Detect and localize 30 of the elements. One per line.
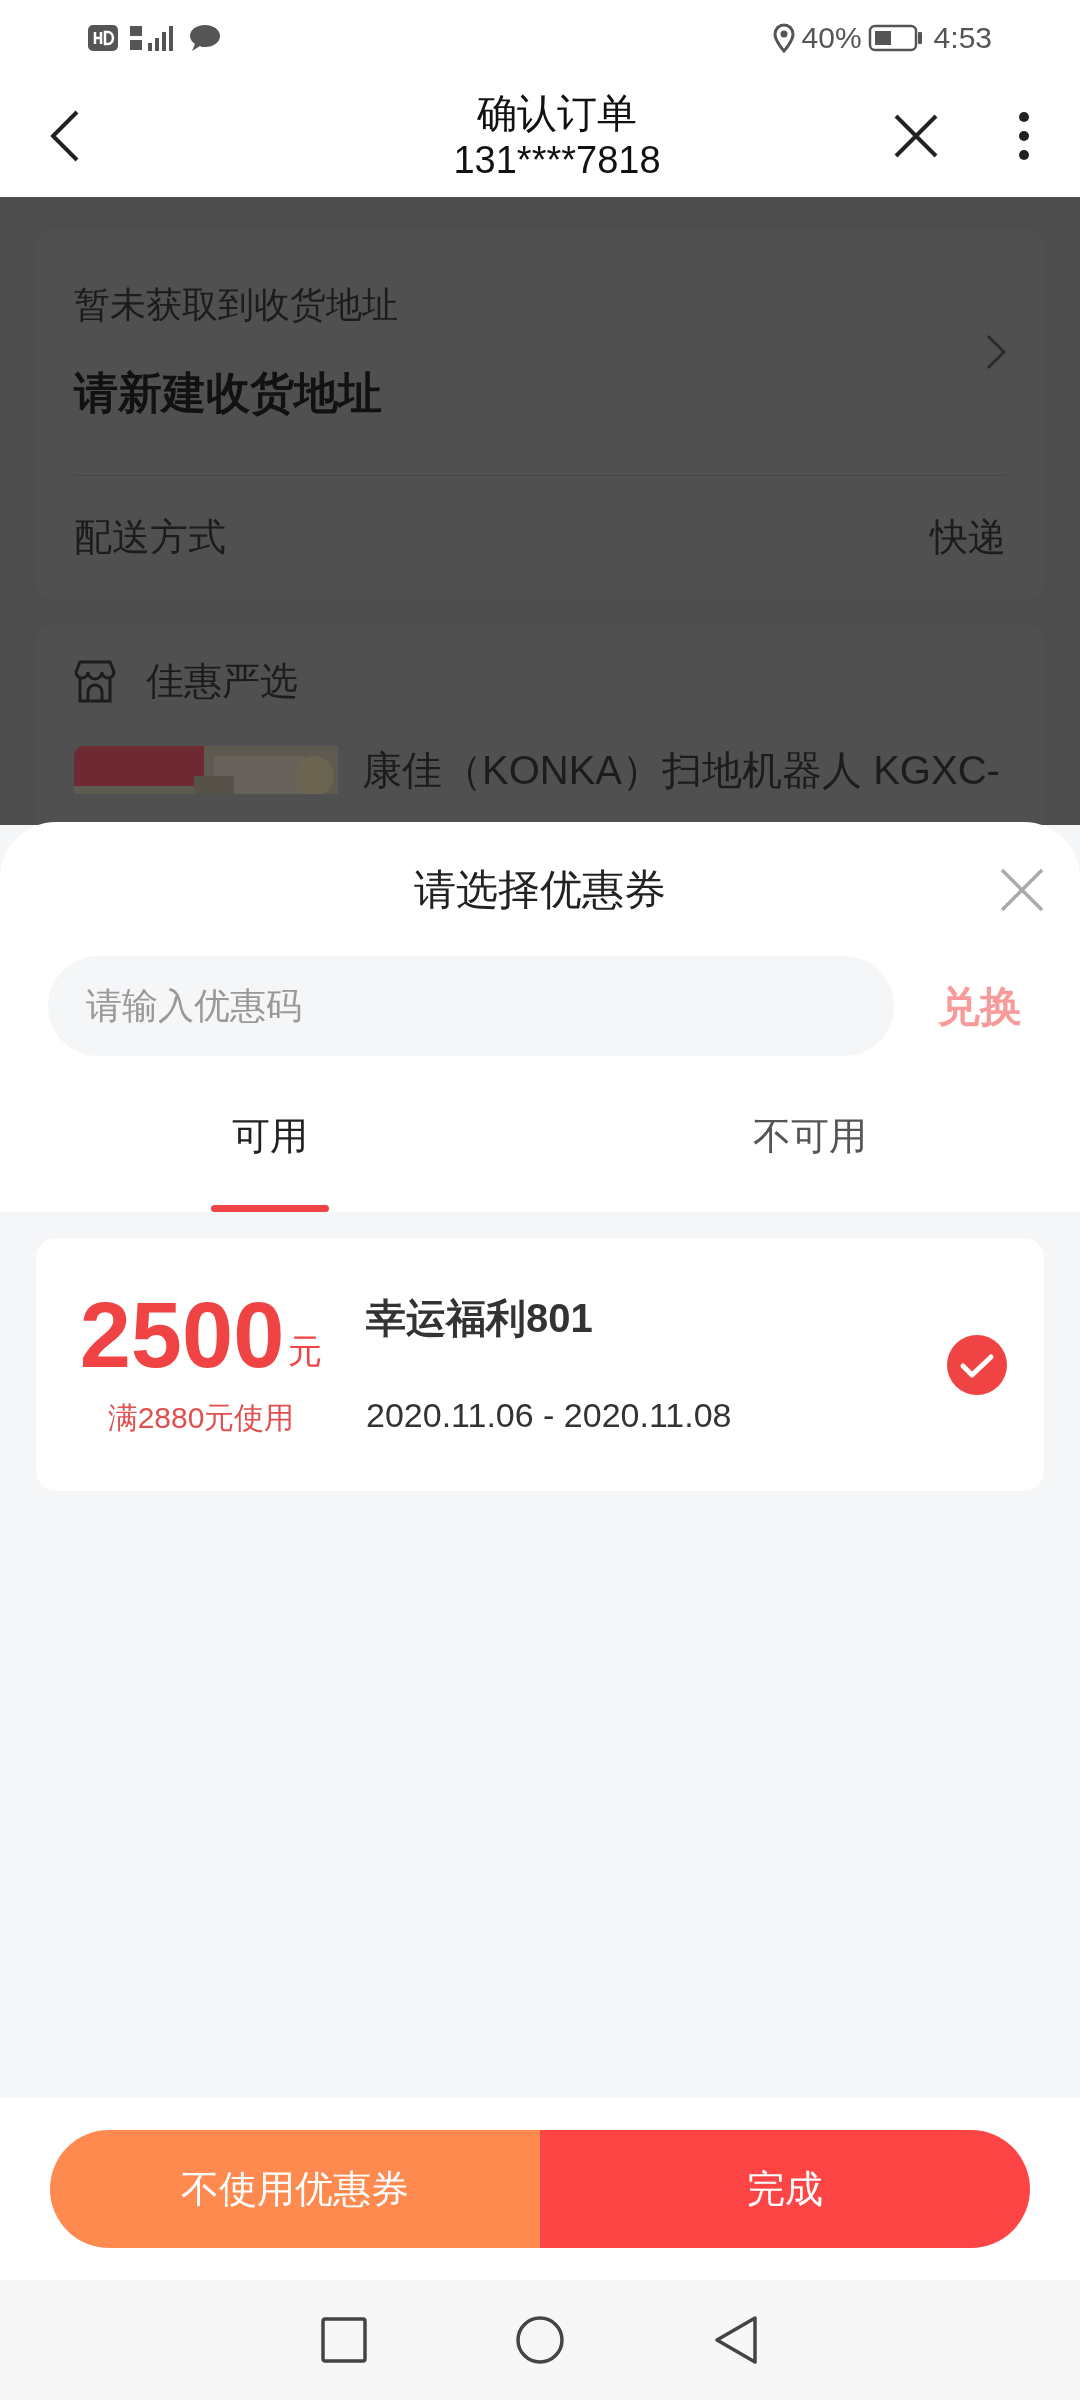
home-icon[interactable] bbox=[515, 2315, 565, 2365]
back-icon[interactable] bbox=[50, 109, 80, 163]
close-icon[interactable] bbox=[894, 114, 938, 158]
coupon-amount: 2500 bbox=[79, 1289, 285, 1381]
redeem-button[interactable]: 兑换 bbox=[938, 974, 1022, 1038]
no-coupon-button[interactable]: 不使用优惠券 bbox=[50, 2130, 540, 2248]
message-icon bbox=[188, 22, 222, 53]
checked-icon[interactable] bbox=[946, 1333, 1008, 1396]
coupon-card[interactable]: 2500 元 满2880元使用 幸运福利801 2020.11.06 - 2020.11.08 bbox=[36, 1238, 1044, 1491]
coupon-name: 幸运福利801 bbox=[366, 1295, 594, 1342]
battery-icon bbox=[867, 23, 924, 52]
currency-unit: 元 bbox=[288, 1331, 323, 1372]
battery-percent: 40% bbox=[801, 20, 862, 56]
sheet-title: 请选择优惠券 bbox=[414, 864, 666, 915]
more-icon[interactable] bbox=[1018, 111, 1030, 161]
new-address-link[interactable]: 请新建收货地址 bbox=[74, 360, 398, 426]
clock: 4:53 bbox=[933, 20, 992, 56]
coupon-condition: 满2880元使用 bbox=[107, 1400, 295, 1436]
hd-icon bbox=[88, 24, 118, 51]
tab[interactable]: 可用 bbox=[0, 1060, 540, 1212]
phone-number: 131****7818 bbox=[453, 138, 661, 183]
location-icon bbox=[771, 22, 796, 53]
page-title: 确认订单 bbox=[477, 90, 637, 137]
store-icon bbox=[74, 658, 116, 705]
recents-icon[interactable] bbox=[321, 2317, 367, 2363]
coupon-code-field[interactable]: 请输入优惠码 bbox=[48, 956, 894, 1056]
back-nav-icon[interactable] bbox=[713, 2315, 759, 2365]
tab[interactable]: 不可用 bbox=[540, 1060, 1080, 1212]
done-button[interactable]: 完成 bbox=[540, 2130, 1030, 2248]
validity-dates: 2020.11.06 - 2020.11.08 bbox=[366, 1395, 733, 1436]
